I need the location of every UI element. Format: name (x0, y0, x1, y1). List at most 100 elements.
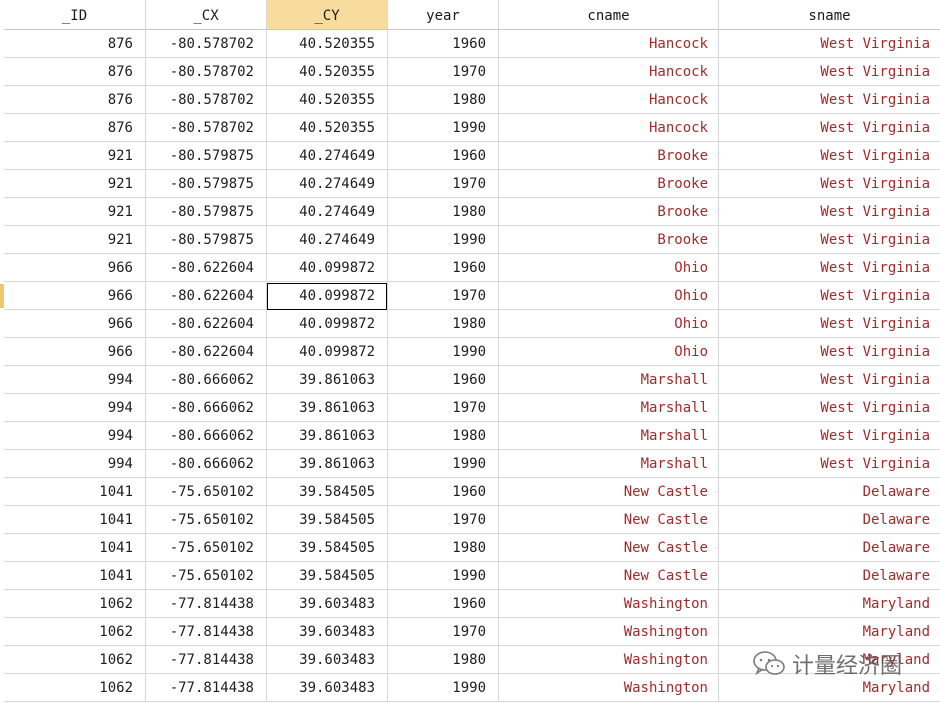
cell-cname[interactable]: New Castle (499, 506, 719, 534)
column-header-cname[interactable]: cname (499, 0, 719, 30)
cell-cname[interactable]: Washington (499, 618, 719, 646)
cell-sname[interactable]: Maryland (719, 590, 940, 618)
cell-sname[interactable]: West Virginia (719, 394, 940, 422)
table-row[interactable]: 966 -80.622604 40.099872 1990 Ohio West Virgi… (0, 338, 940, 366)
cell-id[interactable]: 1062 (4, 618, 146, 646)
table-row[interactable]: 1041 -75.650102 39.584505 1970 New Castle Del… (0, 506, 940, 534)
cell-cname[interactable]: Brooke (499, 142, 719, 170)
cell-id[interactable]: 1062 (4, 590, 146, 618)
cell-cname[interactable]: Hancock (499, 86, 719, 114)
cell-id[interactable]: 966 (4, 338, 146, 366)
cell-year[interactable]: 1970 (388, 394, 499, 422)
cell-sname[interactable]: Delaware (719, 478, 940, 506)
cell-id[interactable]: 1041 (4, 506, 146, 534)
cell-cx[interactable]: -75.650102 (146, 506, 267, 534)
cell-year[interactable]: 1990 (388, 226, 499, 254)
cell-cy[interactable]: 39.861063 (267, 422, 388, 450)
cell-id[interactable]: 876 (4, 58, 146, 86)
table-row[interactable]: 1062 -77.814438 39.603483 1960 Washington Mar… (0, 590, 940, 618)
cell-year[interactable]: 1960 (388, 142, 499, 170)
cell-cx[interactable]: -77.814438 (146, 590, 267, 618)
cell-cx[interactable]: -80.622604 (146, 282, 267, 310)
cell-year[interactable]: 1990 (388, 674, 499, 702)
cell-id[interactable]: 966 (4, 254, 146, 282)
cell-cx[interactable]: -80.578702 (146, 86, 267, 114)
table-row[interactable]: 994 -80.666062 39.861063 1960 Marshall West V… (0, 366, 940, 394)
cell-cname[interactable]: New Castle (499, 562, 719, 590)
cell-year[interactable]: 1980 (388, 86, 499, 114)
cell-cx[interactable]: -80.622604 (146, 254, 267, 282)
cell-sname[interactable]: West Virginia (719, 86, 940, 114)
cell-id[interactable]: 994 (4, 366, 146, 394)
cell-sname[interactable]: West Virginia (719, 114, 940, 142)
cell-cx[interactable]: -80.666062 (146, 366, 267, 394)
data-grid[interactable]: _ID _CX _CY year cname sname 876 -80.5787… (0, 0, 940, 706)
cell-year[interactable]: 1980 (388, 646, 499, 674)
cell-year[interactable]: 1970 (388, 170, 499, 198)
cell-cy[interactable]: 39.603483 (267, 646, 388, 674)
cell-cname[interactable]: Washington (499, 646, 719, 674)
cell-cname[interactable]: Hancock (499, 114, 719, 142)
cell-id[interactable]: 921 (4, 198, 146, 226)
cell-sname[interactable]: West Virginia (719, 142, 940, 170)
cell-year[interactable]: 1970 (388, 618, 499, 646)
cell-cy[interactable]: 40.520355 (267, 86, 388, 114)
cell-cx[interactable]: -80.666062 (146, 422, 267, 450)
cell-cname[interactable]: Ohio (499, 282, 719, 310)
table-row[interactable]: 921 -80.579875 40.274649 1960 Brooke West Vir… (0, 142, 940, 170)
cell-cname[interactable]: Marshall (499, 450, 719, 478)
table-row[interactable]: 1041 -75.650102 39.584505 1980 New Castle Del… (0, 534, 940, 562)
cell-cx[interactable]: -80.579875 (146, 142, 267, 170)
table-row[interactable]: 876 -80.578702 40.520355 1970 Hancock West Vi… (0, 58, 940, 86)
cell-cy[interactable]: 39.603483 (267, 618, 388, 646)
cell-cname[interactable]: Brooke (499, 198, 719, 226)
cell-sname[interactable]: West Virginia (719, 226, 940, 254)
cell-year[interactable]: 1960 (388, 590, 499, 618)
cell-cname[interactable]: Hancock (499, 58, 719, 86)
cell-cy[interactable]: 39.584505 (267, 478, 388, 506)
cell-sname[interactable]: Delaware (719, 534, 940, 562)
cell-cy[interactable]: 40.274649 (267, 170, 388, 198)
cell-id[interactable]: 876 (4, 30, 146, 58)
cell-sname[interactable]: West Virginia (719, 58, 940, 86)
cell-cname[interactable]: Brooke (499, 226, 719, 254)
column-header-year[interactable]: year (388, 0, 499, 30)
table-row[interactable]: 994 -80.666062 39.861063 1990 Marshall West V… (0, 450, 940, 478)
cell-cy[interactable]: 40.274649 (267, 226, 388, 254)
cell-cname[interactable]: Marshall (499, 366, 719, 394)
cell-cname[interactable]: Washington (499, 674, 719, 702)
cell-sname[interactable]: West Virginia (719, 366, 940, 394)
cell-id[interactable]: 966 (4, 282, 146, 310)
cell-cname[interactable]: New Castle (499, 534, 719, 562)
cell-id[interactable]: 994 (4, 422, 146, 450)
cell-cname[interactable]: Ohio (499, 254, 719, 282)
table-row[interactable]: 921 -80.579875 40.274649 1990 Brooke West Vir… (0, 226, 940, 254)
cell-cy[interactable]: 40.520355 (267, 30, 388, 58)
cell-sname[interactable]: West Virginia (719, 170, 940, 198)
table-row[interactable]: 1062 -77.814438 39.603483 1970 Washington Mar… (0, 618, 940, 646)
cell-year[interactable]: 1990 (388, 450, 499, 478)
column-header-cx[interactable]: _CX (146, 0, 267, 30)
table-row[interactable]: 1041 -75.650102 39.584505 1960 New Castle Del… (0, 478, 940, 506)
cell-cy[interactable]: 39.861063 (267, 366, 388, 394)
table-row[interactable]: 921 -80.579875 40.274649 1980 Brooke West Vir… (0, 198, 940, 226)
cell-year[interactable]: 1960 (388, 478, 499, 506)
cell-cx[interactable]: -75.650102 (146, 478, 267, 506)
cell-cx[interactable]: -80.622604 (146, 338, 267, 366)
cell-cy[interactable]: 40.099872 (267, 338, 388, 366)
table-row[interactable]: 966 -80.622604 40.099872 1980 Ohio West Virgi… (0, 310, 940, 338)
cell-id[interactable]: 1062 (4, 674, 146, 702)
cell-cx[interactable]: -77.814438 (146, 618, 267, 646)
cell-id[interactable]: 1041 (4, 478, 146, 506)
table-row[interactable]: 966 -80.622604 40.099872 1960 Ohio West Virgi… (0, 254, 940, 282)
column-header-cy[interactable]: _CY (267, 0, 388, 30)
cell-id[interactable]: 1041 (4, 562, 146, 590)
cell-year[interactable]: 1980 (388, 534, 499, 562)
cell-year[interactable]: 1970 (388, 58, 499, 86)
cell-cx[interactable]: -75.650102 (146, 562, 267, 590)
cell-id[interactable]: 1062 (4, 646, 146, 674)
cell-cy[interactable]: 39.861063 (267, 450, 388, 478)
table-row[interactable]: 876 -80.578702 40.520355 1960 Hancock West Vi… (0, 30, 940, 58)
table-row[interactable]: 994 -80.666062 39.861063 1970 Marshall West V… (0, 394, 940, 422)
cell-sname[interactable]: West Virginia (719, 198, 940, 226)
